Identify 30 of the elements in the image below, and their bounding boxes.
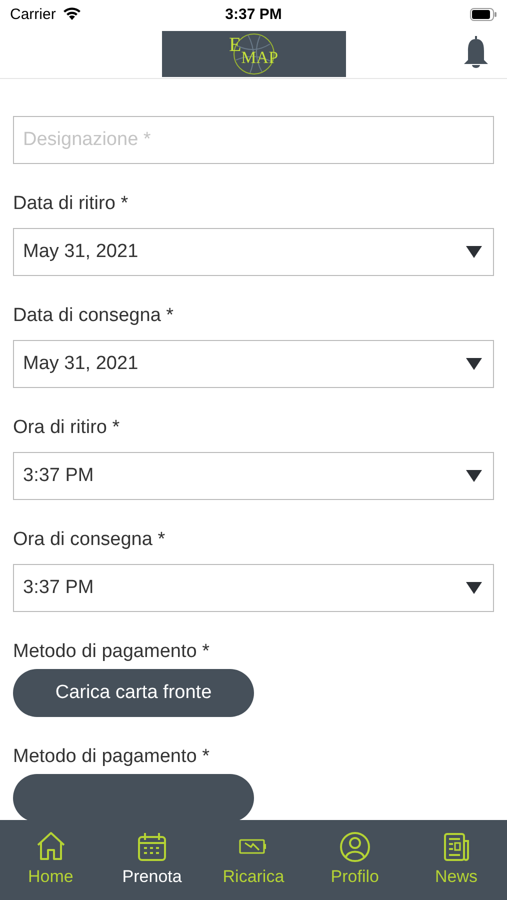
dropdown-field[interactable]: 3:37 PM	[13, 564, 494, 612]
carrier-name: Carrier	[10, 6, 56, 22]
tab[interactable]: Home	[6, 831, 96, 887]
tab[interactable]: Ricarica	[208, 831, 298, 887]
person-icon	[338, 831, 371, 863]
field-label: Data di consegna *	[13, 305, 175, 327]
wifi-icon	[62, 7, 82, 21]
field-label: Ora di consegna *	[13, 529, 166, 551]
dropdown-arrow-icon	[465, 581, 483, 595]
home-icon	[34, 831, 67, 863]
text-field[interactable]: Designazione *	[13, 116, 494, 164]
dropdown-arrow-icon	[465, 357, 483, 371]
status-time: 3:37 PM	[225, 6, 282, 22]
field-label: Ora di ritiro *	[13, 417, 121, 439]
calendar-icon	[136, 831, 168, 863]
battery-icon	[470, 8, 497, 20]
field-label: Metodo di pagamento *	[13, 641, 210, 663]
dropdown-field[interactable]: May 31, 2021	[13, 340, 494, 388]
bell-icon	[462, 35, 490, 71]
dropdown-arrow-icon	[465, 245, 483, 259]
upload-button[interactable]: Carica carta fronte	[13, 669, 254, 717]
dropdown-field[interactable]: May 31, 2021	[13, 228, 494, 276]
dropdown-field[interactable]: 3:37 PM	[13, 452, 494, 500]
field-label: Data di ritiro *	[13, 193, 130, 215]
tab[interactable]: Prenota	[107, 831, 198, 887]
tab[interactable]: Profilo	[310, 831, 400, 887]
tab[interactable]: News	[411, 831, 502, 887]
upload-button[interactable]	[13, 774, 254, 822]
dropdown-arrow-icon	[465, 469, 483, 483]
field-label: Metodo di pagamento *	[13, 746, 210, 768]
